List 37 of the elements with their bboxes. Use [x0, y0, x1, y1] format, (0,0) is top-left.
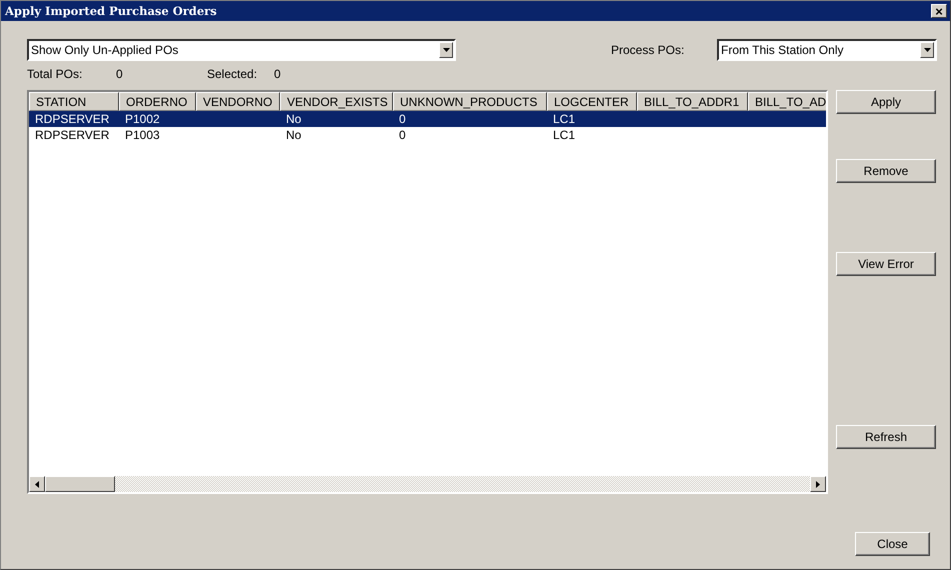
total-label: Total POs: [27, 67, 84, 81]
filter-dropdown[interactable]: Show Only Un-Applied POs [27, 39, 456, 61]
column-header[interactable]: STATION [29, 92, 119, 111]
column-header[interactable]: UNKNOWN_PRODUCTS [393, 92, 547, 111]
action-button[interactable]: Apply [836, 90, 936, 114]
selected-count: 0 [274, 67, 281, 81]
total-count: 0 [116, 67, 124, 81]
table-row[interactable]: RDPSERVER P1002 No 0 LC1 [29, 111, 826, 127]
table-cell: 0 [399, 128, 406, 142]
table-cell: LC1 [553, 128, 576, 142]
close-dialog-button[interactable]: Close [855, 532, 930, 556]
scroll-left-icon[interactable] [29, 476, 45, 492]
scroll-thumb[interactable] [45, 476, 115, 492]
column-header[interactable]: VENDORNO [196, 92, 280, 111]
column-header[interactable]: LOGCENTER [547, 92, 637, 111]
table-cell: P1003 [125, 128, 160, 142]
table-cell: No [286, 128, 302, 142]
table-cell: 0 [399, 112, 406, 126]
column-header[interactable]: BILL_TO_ADDR1 [637, 92, 748, 111]
process-dropdown[interactable]: From This Station Only [717, 39, 937, 61]
close-button[interactable]: × [931, 4, 947, 18]
column-header[interactable]: VENDOR_EXISTS [280, 92, 393, 111]
action-button[interactable]: Remove [836, 159, 936, 183]
table-cell: LC1 [553, 112, 576, 126]
action-button[interactable]: View Error [836, 252, 936, 276]
scroll-right-icon[interactable] [810, 476, 826, 492]
horizontal-scrollbar[interactable] [29, 476, 826, 492]
selected-label: Selected: [207, 67, 258, 81]
table-cell: No [286, 112, 302, 126]
table-row[interactable]: RDPSERVER P1003 No 0 LC1 [29, 127, 826, 143]
table-cell: RDPSERVER [35, 112, 110, 126]
table-cell: RDPSERVER [35, 128, 110, 142]
action-button[interactable]: Refresh [836, 425, 936, 449]
process-label: Process POs: [611, 43, 686, 57]
column-header[interactable]: ORDERNO [119, 92, 196, 111]
window-title: Apply Imported Purchase Orders [5, 4, 217, 18]
table-cell: P1002 [125, 112, 160, 126]
